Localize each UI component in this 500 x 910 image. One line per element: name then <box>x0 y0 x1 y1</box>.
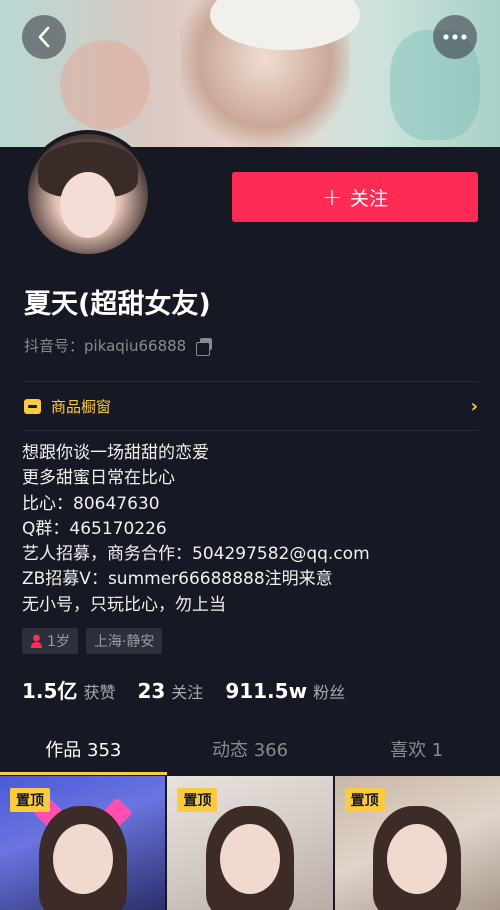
female-icon <box>30 634 43 648</box>
following-count: 23 <box>137 679 166 703</box>
following-stat[interactable]: 23 关注 <box>137 679 203 703</box>
location-text: 上海·静安 <box>93 634 155 650</box>
chevron-left-icon <box>38 26 50 48</box>
video-thumbnail[interactable]: 置顶 <box>334 776 500 910</box>
age-text: 1岁 <box>47 634 70 650</box>
divider <box>24 430 478 431</box>
bio-line: ZB招募V：summer66688888注明来意 <box>22 569 333 590</box>
pinned-badge: 置顶 <box>177 788 218 812</box>
content-tabs: 作品 353 动态 366 喜欢 1 <box>0 725 500 775</box>
more-button[interactable] <box>433 15 477 59</box>
video-thumbnail[interactable]: 置顶 <box>0 776 166 910</box>
thumb-face <box>387 824 448 894</box>
fans-stat[interactable]: 911.5w 粉丝 <box>225 679 345 703</box>
bio-line: 艺人招募，商务合作：504297582@qq.com <box>22 544 370 565</box>
tab-moments[interactable]: 动态 366 <box>167 725 334 773</box>
follow-label: 关注 <box>350 187 389 210</box>
bio: 想跟你谈一场甜甜的恋爱 更多甜蜜日常在比心 比心：80647630 Q群：465… <box>22 441 370 618</box>
bio-line: 无小号，只玩比心，勿上当 <box>22 594 226 615</box>
back-button[interactable] <box>22 15 66 59</box>
copy-icon[interactable] <box>196 337 213 356</box>
avatar[interactable] <box>24 130 152 258</box>
plus-icon: + <box>321 183 343 211</box>
location-tag: 上海·静安 <box>85 628 163 654</box>
following-label: 关注 <box>171 683 204 702</box>
profile-stats: 1.5亿 获赞 23 关注 911.5w 粉丝 <box>22 675 345 704</box>
thumb-face <box>219 824 280 894</box>
likes-stat[interactable]: 1.5亿 获赞 <box>22 675 115 704</box>
douyin-id-row: 抖音号：pikaqiu66888 <box>24 335 213 356</box>
bio-line: Q群：465170226 <box>22 518 167 539</box>
bio-line: 想跟你谈一场甜甜的恋爱 <box>22 443 209 463</box>
shop-window-label: 商品橱窗 <box>51 397 112 416</box>
bio-line: 比心：80647630 <box>22 493 160 514</box>
likes-label: 获赞 <box>83 683 116 702</box>
likes-count: 1.5亿 <box>22 679 78 703</box>
douyin-id-text: 抖音号：pikaqiu66888 <box>24 337 187 355</box>
profile-name: 夏天(超甜女友) <box>24 289 211 320</box>
cover-image <box>0 0 500 147</box>
thumb-face <box>52 824 113 894</box>
fans-count: 911.5w <box>225 679 308 703</box>
chevron-right-icon: › <box>470 395 478 417</box>
more-dots-icon <box>443 34 467 40</box>
follow-button[interactable]: + 关注 <box>232 172 478 222</box>
video-grid: 置顶 置顶 置顶 <box>0 776 500 910</box>
avatar-image <box>28 134 148 254</box>
age-tag: 1岁 <box>22 628 78 654</box>
avatar-face <box>60 172 116 238</box>
profile-tags: 1岁 上海·静安 <box>22 628 163 654</box>
cover-decor <box>60 40 150 130</box>
shop-window-row[interactable]: 商品橱窗 › <box>24 382 478 430</box>
shop-icon <box>24 398 41 414</box>
video-thumbnail[interactable]: 置顶 <box>167 776 333 910</box>
fans-label: 粉丝 <box>313 683 346 702</box>
pinned-badge: 置顶 <box>10 788 50 812</box>
pinned-badge: 置顶 <box>344 788 385 812</box>
tab-works[interactable]: 作品 353 <box>0 725 167 775</box>
bio-line: 更多甜蜜日常在比心 <box>22 468 175 489</box>
tab-likes[interactable]: 喜欢 1 <box>333 725 500 773</box>
